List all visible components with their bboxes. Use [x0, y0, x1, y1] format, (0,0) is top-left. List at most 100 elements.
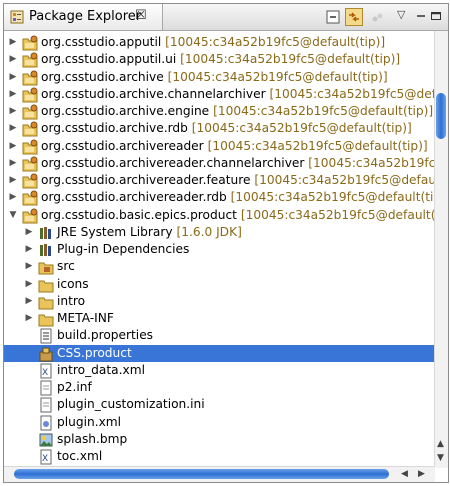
xml-icon: X [38, 449, 54, 465]
vertical-scrollbar[interactable]: ▲ ▼ [434, 31, 448, 468]
project-icon [22, 139, 38, 155]
tree-row[interactable]: plugin.xml [4, 414, 436, 431]
tree-row[interactable]: Xintro_data.xml [4, 362, 436, 379]
item-name: org.csstudio.archivereader.channelarchiv… [41, 155, 305, 170]
tree-row[interactable]: ▼ org.csstudio.basic.epics.product [10045… [4, 207, 436, 224]
tree-row[interactable]: ▶ org.csstudio.archive.rdb [10045:c34a52b… [4, 120, 436, 137]
vcs-decoration: [10045:c34a52b19fc5@default(tip)] [254, 173, 436, 187]
tree-label: intro_data.xml [57, 362, 145, 379]
filter-icon[interactable] [370, 8, 388, 26]
tree-row[interactable]: ▶ org.csstudio.archivereader.channelarchi… [4, 155, 436, 172]
expand-arrow-icon[interactable]: ▶ [8, 103, 18, 120]
expand-arrow-icon[interactable]: ▶ [8, 69, 18, 86]
collapse-all-icon[interactable] [324, 8, 342, 26]
maximize-icon[interactable] [430, 9, 448, 27]
expand-arrow-icon[interactable]: ▶ [8, 172, 18, 189]
tree-label: plugin.xml [57, 414, 121, 431]
collapse-arrow-icon[interactable]: ▼ [8, 207, 18, 224]
expand-arrow-icon[interactable]: ▶ [24, 310, 34, 327]
scroll-down-icon[interactable]: ▼ [437, 453, 444, 463]
tree-label: org.csstudio.basic.epics.product [10045:… [41, 207, 436, 224]
expand-arrow-icon[interactable]: ▶ [8, 120, 18, 137]
item-name: p2.inf [57, 380, 92, 394]
tree-label: org.csstudio.archive.engine [10045:c34a5… [41, 103, 433, 120]
tree-row[interactable]: ▶ src [4, 258, 436, 275]
tree-row[interactable]: ▶ JRE System Library [1.6.0 JDK] [4, 224, 436, 241]
project-icon [22, 52, 38, 68]
expand-arrow-icon[interactable]: ▶ [24, 258, 34, 275]
project-icon [22, 173, 38, 189]
vcs-decoration: [10045:c34a52b19fc5@default(tip)] [180, 52, 401, 67]
props-icon [38, 328, 54, 344]
tree-row[interactable]: ▶ org.csstudio.archive.engine [10045:c34a… [4, 103, 436, 120]
tree-row[interactable]: ▶ intro [4, 293, 436, 310]
view-titlebar: Package Explorer ☒ ▽ [4, 4, 448, 31]
expand-arrow-icon[interactable]: ▶ [8, 51, 18, 68]
vcs-decoration: [10045:c34a52b19fc5@def [308, 155, 436, 170]
srcfolder-icon [38, 259, 54, 275]
tree-label: build.properties [57, 327, 153, 344]
item-name: org.csstudio.archive [41, 69, 164, 84]
project-icon [22, 87, 38, 103]
tree-row[interactable]: p2.inf [4, 379, 436, 396]
tree-row[interactable]: ▶ org.csstudio.archivereader.rdb [10045:c… [4, 189, 436, 206]
plugin-icon [38, 415, 54, 431]
item-name: org.csstudio.archive.engine [41, 104, 210, 118]
tree-row[interactable]: ▶ org.csstudio.archive [10045:c34a52b19fc… [4, 69, 436, 86]
view-menu-icon[interactable]: ▽ [397, 8, 405, 21]
close-icon[interactable]: ☒ [135, 8, 147, 23]
vertical-scroll-thumb[interactable] [436, 93, 446, 139]
tree-label: org.csstudio.archivereader.feature [1004… [41, 172, 436, 189]
tree-row[interactable]: plugin_customization.ini [4, 396, 436, 413]
horizontal-scroll-thumb[interactable] [14, 469, 389, 479]
svg-text:X: X [42, 454, 48, 464]
item-name: org.csstudio.archive.channelarchiver [41, 86, 266, 101]
expand-arrow-icon[interactable]: ▶ [8, 138, 18, 155]
folder-icon [38, 311, 54, 327]
expand-arrow-icon[interactable]: ▶ [24, 241, 34, 258]
expand-arrow-icon[interactable]: ▶ [24, 293, 34, 310]
tree-row[interactable]: ▶ org.csstudio.archivereader.feature [100… [4, 172, 436, 189]
tab-package-explorer[interactable]: Package Explorer ☒ [4, 4, 163, 30]
item-name: Plug-in Dependencies [57, 242, 190, 256]
folder-icon [38, 294, 54, 310]
library-icon [38, 225, 54, 241]
project-icon [22, 190, 38, 206]
expand-arrow-icon[interactable]: ▶ [8, 189, 18, 206]
tree-label: CSS.product [57, 345, 132, 362]
tree-row[interactable]: ▶ org.csstudio.apputil.ui [10045:c34a52b1… [4, 51, 436, 68]
link-with-editor-icon[interactable] [345, 8, 363, 26]
expand-arrow-icon[interactable]: ▶ [24, 224, 34, 241]
scroll-left-icon[interactable]: ◀ [401, 469, 408, 479]
tree-label: org.csstudio.archive.rdb [10045:c34a52b1… [41, 120, 412, 137]
vcs-decoration: [10045:c34a52b19fc5@default(tip)] [165, 35, 386, 49]
tree-label: src [57, 258, 75, 275]
expand-arrow-icon[interactable]: ▶ [8, 34, 18, 51]
project-tree[interactable]: ▶ org.csstudio.apputil [10045:c34a52b19fc… [4, 31, 436, 468]
expand-arrow-icon[interactable]: ▶ [24, 276, 34, 293]
tree-row[interactable]: CSS.product [4, 344, 436, 362]
expand-arrow-icon[interactable]: ▶ [8, 155, 18, 172]
tree-row[interactable]: ▶ icons [4, 276, 436, 293]
tree-label: org.csstudio.archive [10045:c34a52b19fc5… [41, 69, 388, 86]
scroll-up-icon[interactable]: ▲ [437, 439, 444, 449]
tree-row[interactable]: ▶ Plug-in Dependencies [4, 241, 436, 258]
item-name: org.csstudio.apputil.ui [41, 52, 177, 67]
svg-text:X: X [42, 368, 48, 378]
expand-arrow-icon[interactable]: ▶ [8, 86, 18, 103]
tree-row[interactable]: splash.bmp [4, 431, 436, 448]
vcs-decoration: [1.6.0 JDK] [176, 224, 242, 239]
tree-label: org.csstudio.archivereader [10045:c34a52… [41, 138, 428, 155]
package-explorer-icon [10, 10, 24, 24]
tree-row[interactable]: ▶ org.csstudio.archive.channelarchiver [1… [4, 86, 436, 103]
tree-row[interactable]: ▶ META-INF [4, 310, 436, 327]
project-icon [22, 70, 38, 86]
horizontal-scrollbar[interactable]: ◀ ▶ [4, 466, 435, 482]
tree-row[interactable]: build.properties [4, 327, 436, 344]
tree-row[interactable]: ▶ org.csstudio.apputil [10045:c34a52b19fc… [4, 34, 436, 51]
tree-row[interactable]: ▶ org.csstudio.archivereader [10045:c34a5… [4, 138, 436, 155]
scroll-right-icon[interactable]: ▶ [418, 469, 425, 479]
tree-row[interactable]: Xtoc.xml [4, 448, 436, 465]
vcs-decoration: [10045:c34a52b19fc5@default(tip)] [230, 190, 436, 205]
tree-label: splash.bmp [57, 431, 127, 448]
